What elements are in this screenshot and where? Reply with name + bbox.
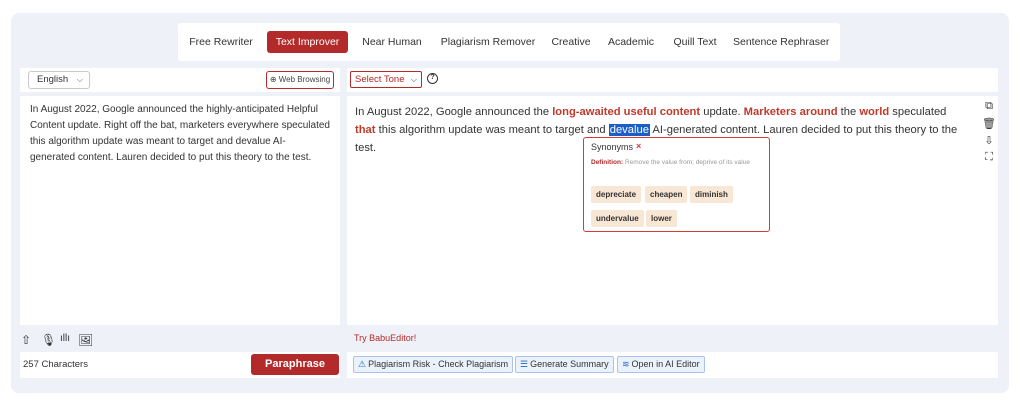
tab-plagiarism-remover[interactable]: Plagiarism Remover (436, 31, 540, 53)
input-footer: 257 Characters Paraphrase (20, 352, 340, 378)
changed-phrase[interactable]: Marketers around (744, 106, 838, 118)
web-browsing-button[interactable]: ⊕ Web Browsing (266, 71, 334, 89)
mode-tabs: Free Rewriter Text Improver Near Human P… (178, 23, 840, 61)
summary-icon: ☰ (520, 359, 529, 369)
selected-word[interactable]: devalue (608, 124, 650, 136)
image-icon[interactable]: 🖼 (78, 333, 93, 347)
globe-icon: ⊕ (269, 75, 277, 84)
changed-phrase[interactable]: long-awaited useful content (552, 106, 700, 118)
warning-icon: ⚠ (358, 359, 367, 369)
try-babueditor-link[interactable]: Try BabuEditor! (354, 333, 416, 343)
cloud-upload-icon[interactable]: ⇧ (21, 333, 31, 347)
synonym-chip[interactable]: diminish (690, 186, 733, 203)
close-icon[interactable]: × (636, 141, 641, 151)
microphone-icon[interactable]: 🎙 (41, 333, 56, 347)
tab-near-human[interactable]: Near Human (360, 31, 424, 53)
synonym-chip[interactable]: depreciate (591, 186, 642, 203)
synonyms-title: Synonyms (591, 142, 634, 152)
tab-quill-text[interactable]: Quill Text (671, 31, 719, 53)
audio-wave-icon[interactable]: ıllı (60, 333, 70, 344)
editor-icon: ≋ (622, 359, 630, 369)
chevron-down-icon: ⌵ (76, 75, 83, 84)
cloud-download-icon[interactable]: ⇩ (982, 134, 996, 151)
open-ai-editor-button[interactable]: ≋ Open in AI Editor (617, 356, 705, 373)
definition: Definition: Remove the value from; depri… (591, 159, 750, 166)
help-icon[interactable]: ? (427, 73, 438, 84)
synonym-chip[interactable]: lower (646, 210, 677, 227)
tab-creative[interactable]: Creative (550, 31, 592, 53)
trash-icon[interactable]: 🗑 (982, 117, 996, 134)
output-footer: ⚠ Plagiarism Risk - Check Plagiarism ☰ Gen… (347, 352, 998, 378)
input-tools: ⇧ 🎙 ıllı 🖼 (21, 333, 141, 347)
web-browsing-label: Web Browsing (278, 75, 331, 84)
tab-free-rewriter[interactable]: Free Rewriter (184, 31, 258, 53)
output-actions: ⧉ 🗑 ⇩ ⛶ (982, 100, 996, 168)
language-select[interactable]: English ⌵ (28, 71, 90, 89)
tab-academic[interactable]: Academic (606, 31, 656, 53)
changed-phrase[interactable]: world (859, 106, 889, 118)
copy-icon[interactable]: ⧉ (982, 100, 996, 117)
character-count: 257 Characters (23, 359, 88, 370)
tone-select[interactable]: Select Tone ⌵ (350, 71, 422, 88)
synonyms-popup: Synonyms × Definition: Remove the value … (583, 137, 770, 232)
plagiarism-check-button[interactable]: ⚠ Plagiarism Risk - Check Plagiarism (353, 356, 514, 373)
chevron-down-icon: ⌵ (410, 75, 417, 84)
tab-text-improver[interactable]: Text Improver (267, 31, 348, 53)
tab-sentence-rephraser[interactable]: Sentence Rephraser (733, 31, 829, 53)
changed-phrase[interactable]: that (355, 124, 376, 136)
synonym-chip[interactable]: cheapen (645, 186, 688, 203)
input-text: In August 2022, Google announced the hig… (30, 104, 330, 163)
language-value: English (37, 74, 69, 85)
input-textarea[interactable]: In August 2022, Google announced the hig… (20, 96, 340, 325)
generate-summary-button[interactable]: ☰ Generate Summary (515, 356, 614, 373)
input-toolbar: English ⌵ ⊕ Web Browsing (20, 68, 340, 92)
paraphrase-button[interactable]: Paraphrase (251, 354, 339, 375)
synonym-chip[interactable]: undervalue (591, 210, 644, 227)
fullscreen-icon[interactable]: ⛶ (982, 151, 996, 168)
output-toolbar: Select Tone ⌵ ? (347, 68, 998, 92)
tone-value: Select Tone (355, 74, 405, 85)
